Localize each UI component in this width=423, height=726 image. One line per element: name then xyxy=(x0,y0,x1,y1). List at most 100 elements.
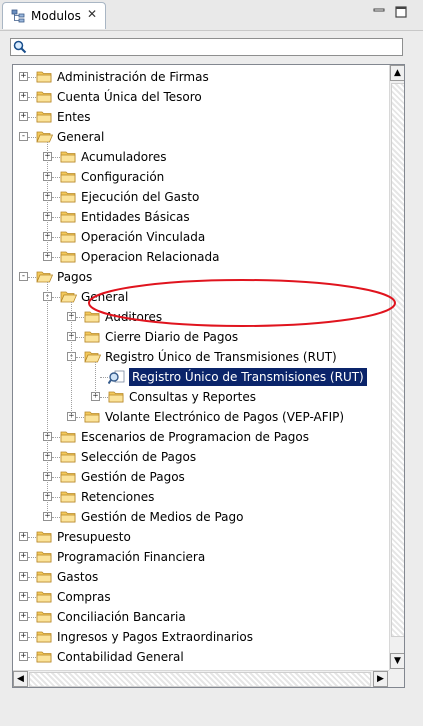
tree-item[interactable]: + Operación Vinculada xyxy=(13,228,389,246)
expand-icon[interactable]: + xyxy=(19,572,28,581)
tree-item-label: Cuenta Única del Tesoro xyxy=(57,90,202,104)
tree-connector xyxy=(28,597,36,598)
tree-item-label: Gastos xyxy=(57,570,99,584)
tree-item[interactable]: + Programación Financiera xyxy=(13,548,389,566)
tree-item[interactable]: + Gastos xyxy=(13,568,389,586)
tree-item[interactable]: Registro Único de Transmisiones (RUT) xyxy=(13,368,389,386)
expand-icon[interactable]: + xyxy=(19,652,28,661)
minimize-icon[interactable] xyxy=(371,4,387,20)
tree-item[interactable]: + Cuenta Única del Tesoro xyxy=(13,88,389,106)
tree-item[interactable]: + Ingresos y Pagos Extraordinarios xyxy=(13,628,389,646)
tree-item[interactable]: + Contabilidad General xyxy=(13,648,389,666)
tree-connector xyxy=(28,77,36,78)
maximize-icon[interactable] xyxy=(393,4,409,20)
tree-item-label: Selección de Pagos xyxy=(81,450,197,464)
tree-item[interactable]: + Gestión de Medios de Pago xyxy=(13,508,389,526)
tree-item[interactable]: + Escenarios de Programacion de Pagos xyxy=(13,428,389,446)
tree-item[interactable]: + Compras xyxy=(13,588,389,606)
tree-item[interactable]: - General xyxy=(13,128,389,146)
tree-item[interactable]: + Entes xyxy=(13,108,389,126)
tree-item[interactable]: + Administración de Firmas xyxy=(13,68,389,86)
collapse-icon[interactable]: - xyxy=(19,132,28,141)
tree-connector xyxy=(76,417,84,418)
collapse-icon[interactable]: - xyxy=(19,272,28,281)
tree-item[interactable]: + Retenciones xyxy=(13,488,389,506)
folder-icon xyxy=(60,210,77,223)
folder-icon xyxy=(36,530,53,543)
tree-item-label: Presupuesto xyxy=(57,530,131,544)
folder-icon xyxy=(60,250,77,263)
expand-icon[interactable]: + xyxy=(19,612,28,621)
tree-item-label: Operación Vinculada xyxy=(81,230,206,244)
folder-icon xyxy=(36,570,53,583)
tree-item[interactable]: + Volante Electrónico de Pagos (VEP-AFIP) xyxy=(13,408,389,426)
folder-open-icon xyxy=(60,290,78,303)
tree-item-label: Gestión de Medios de Pago xyxy=(81,510,244,524)
tree-item[interactable]: + Configuración xyxy=(13,168,389,186)
tree-item[interactable]: + Auditores xyxy=(13,308,389,326)
tree-item[interactable]: - Registro Único de Transmisiones (RUT) xyxy=(13,348,389,366)
folder-icon xyxy=(84,310,101,323)
expand-icon[interactable]: + xyxy=(19,72,28,81)
tree-item[interactable]: + Ejecución del Gasto xyxy=(13,188,389,206)
scroll-down-button[interactable]: ▼ xyxy=(390,653,404,669)
folder-icon xyxy=(60,230,77,243)
folder-icon xyxy=(60,450,77,463)
tree-item-label: Administración de Firmas xyxy=(57,70,209,84)
tree-connector xyxy=(28,557,36,558)
tree-connector xyxy=(100,397,108,398)
filter-box[interactable] xyxy=(10,38,403,56)
tab-title: Modulos xyxy=(31,9,81,23)
folder-icon xyxy=(36,110,53,123)
folder-icon xyxy=(36,610,53,623)
vertical-scroll-thumb[interactable] xyxy=(391,83,404,637)
folder-open-icon xyxy=(36,270,54,283)
tree-item[interactable]: + Conciliación Bancaria xyxy=(13,608,389,626)
horizontal-scroll-thumb[interactable] xyxy=(29,672,371,687)
expand-icon[interactable]: + xyxy=(19,592,28,601)
folder-icon xyxy=(60,470,77,483)
expand-icon[interactable]: + xyxy=(19,532,28,541)
tree-item-label: Cierre Diario de Pagos xyxy=(105,330,239,344)
horizontal-scrollbar[interactable]: ◀ ▶ xyxy=(13,670,389,687)
folder-icon xyxy=(36,650,53,663)
tree-item[interactable]: + Consultas y Reportes xyxy=(13,388,389,406)
tree-item[interactable]: + Selección de Pagos xyxy=(13,448,389,466)
tree-item[interactable]: + Presupuesto xyxy=(13,528,389,546)
tree-item-label-selected: Registro Único de Transmisiones (RUT) xyxy=(129,368,367,386)
scroll-up-button[interactable]: ▲ xyxy=(390,65,404,81)
modules-tree[interactable]: + Administración de Firmas + Cuenta Única d… xyxy=(12,64,405,688)
folder-icon xyxy=(36,90,53,103)
tree-connector xyxy=(52,157,60,158)
tree-guide-line xyxy=(47,142,48,257)
scroll-right-button[interactable]: ▶ xyxy=(373,671,388,687)
expand-icon[interactable]: + xyxy=(19,92,28,101)
tree-connector xyxy=(52,457,60,458)
tab-modulos[interactable]: Modulos ✕ xyxy=(2,2,106,29)
search-input[interactable] xyxy=(29,39,399,55)
tree-item[interactable]: + Acumuladores xyxy=(13,148,389,166)
expand-icon[interactable]: + xyxy=(19,632,28,641)
close-icon[interactable]: ✕ xyxy=(87,7,97,21)
tree-item-label: Registro Único de Transmisiones (RUT) xyxy=(105,350,337,364)
tree-connector xyxy=(28,117,36,118)
view-tab-bar: Modulos ✕ xyxy=(0,0,423,31)
tree-item[interactable]: + Cierre Diario de Pagos xyxy=(13,328,389,346)
scroll-left-button[interactable]: ◀ xyxy=(13,671,28,687)
tree-item[interactable]: - Pagos xyxy=(13,268,389,286)
tree-item-label: General xyxy=(57,130,105,144)
tree-item[interactable]: + Gestión de Pagos xyxy=(13,468,389,486)
tree-item-label: Pagos xyxy=(57,270,93,284)
expand-icon[interactable]: + xyxy=(19,552,28,561)
tree-connector xyxy=(52,197,60,198)
vertical-scrollbar[interactable]: ▲ ▼ xyxy=(389,65,404,670)
folder-icon xyxy=(84,410,101,423)
tree-item-label: Ejecución del Gasto xyxy=(81,190,200,204)
tree-item[interactable]: + Operacion Relacionada xyxy=(13,248,389,266)
tree-item[interactable]: - General xyxy=(13,288,389,306)
expand-icon[interactable]: + xyxy=(19,112,28,121)
tree-item[interactable]: + Entidades Básicas xyxy=(13,208,389,226)
hierarchy-view-icon xyxy=(11,9,25,23)
tree-connector xyxy=(28,577,36,578)
tree-item-label: Retenciones xyxy=(81,490,155,504)
